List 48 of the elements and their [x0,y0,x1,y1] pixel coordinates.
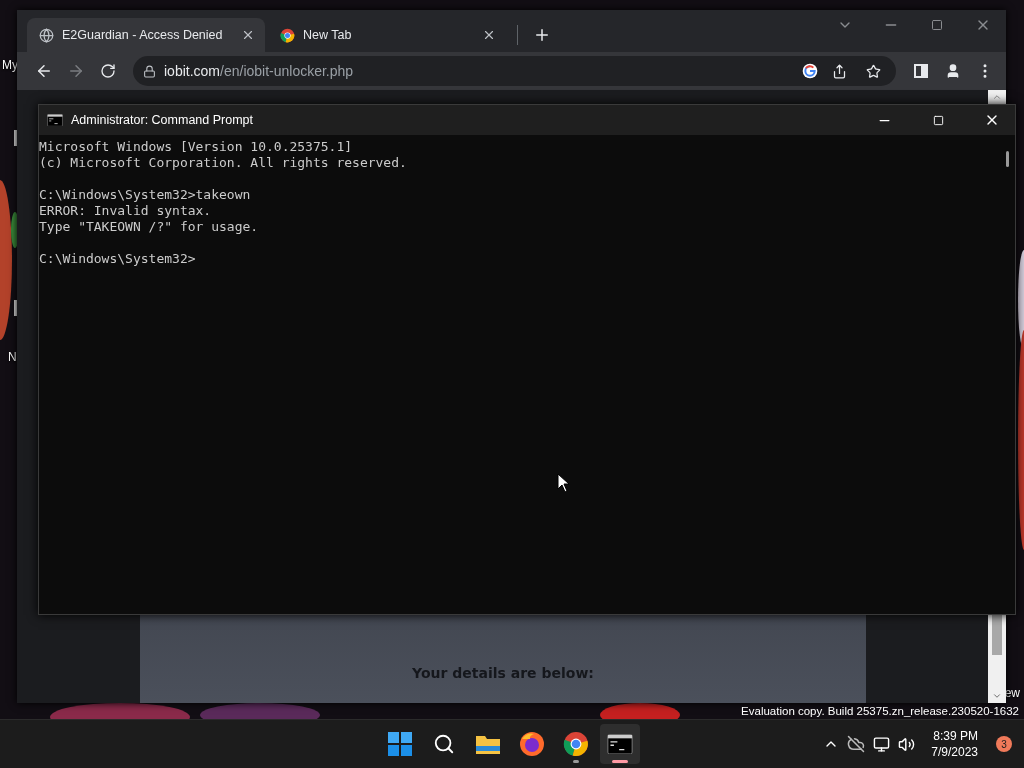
running-indicator [573,760,579,763]
console-line: (c) Microsoft Corporation. All rights reserved. [39,155,408,171]
search-icon [433,733,455,755]
console-line: Type "TAKEOWN /?" for usage. [39,219,260,235]
caret-up-icon [992,92,1002,102]
scrollbar-thumb[interactable] [1005,151,1009,167]
terminal-icon [607,733,633,755]
console-line: C:\Windows\System32> [39,251,197,267]
lock-icon [143,64,156,78]
globe-icon [39,27,54,43]
time-text: 8:39 PM [933,728,978,744]
console-line: C:\Windows\System32>takeown [39,187,252,203]
console-line: Microsoft Windows [Version 10.0.25375.1] [39,139,354,155]
window-title: Administrator: Command Prompt [71,113,254,127]
chrome-icon [280,27,295,43]
details-heading: Your details are below: [412,665,594,681]
running-indicator [612,760,628,763]
chrome-icon [563,731,589,757]
cloud-off-icon[interactable] [847,735,866,753]
scrollbar[interactable] [988,615,1006,703]
evaluation-watermark: Evaluation copy. Build 25375.zn_release.230520-1632 [741,704,1019,718]
folder-icon [475,733,501,755]
date-text: 7/9/2023 [931,744,978,760]
windows-logo-icon [388,732,412,756]
browser-tab[interactable]: New Tab [268,18,506,52]
volume-icon[interactable] [898,735,916,753]
desktop-icon-label[interactable]: My [2,58,18,72]
maximize-icon[interactable] [931,19,943,31]
command-prompt-icon [47,113,63,127]
console-line: ERROR: Invalid syntax. [39,203,213,219]
close-icon[interactable] [241,28,255,42]
address-bar[interactable]: iobit.com/en/iobit-unlocker.php [133,56,896,86]
close-icon[interactable] [482,28,496,42]
scrollbar-thumb[interactable] [992,615,1002,655]
scroll-up-button[interactable] [988,90,1006,104]
google-icon[interactable] [802,63,818,79]
browser-tab[interactable]: E2Guardian - Access Denied [27,18,265,52]
notification-badge[interactable]: 3 [996,736,1012,752]
mouse-cursor-icon [557,473,570,493]
plus-icon[interactable] [533,26,551,44]
clock[interactable]: 8:39 PM 7/9/2023 [931,728,978,760]
firefox-icon [519,731,545,757]
desktop-icon-label[interactable]: N [8,350,17,364]
reload-icon[interactable] [100,63,116,79]
network-icon[interactable] [873,735,891,753]
caret-down-icon[interactable] [992,691,1002,701]
forward-arrow-icon[interactable] [67,62,85,80]
taskbar-app[interactable] [600,724,640,764]
